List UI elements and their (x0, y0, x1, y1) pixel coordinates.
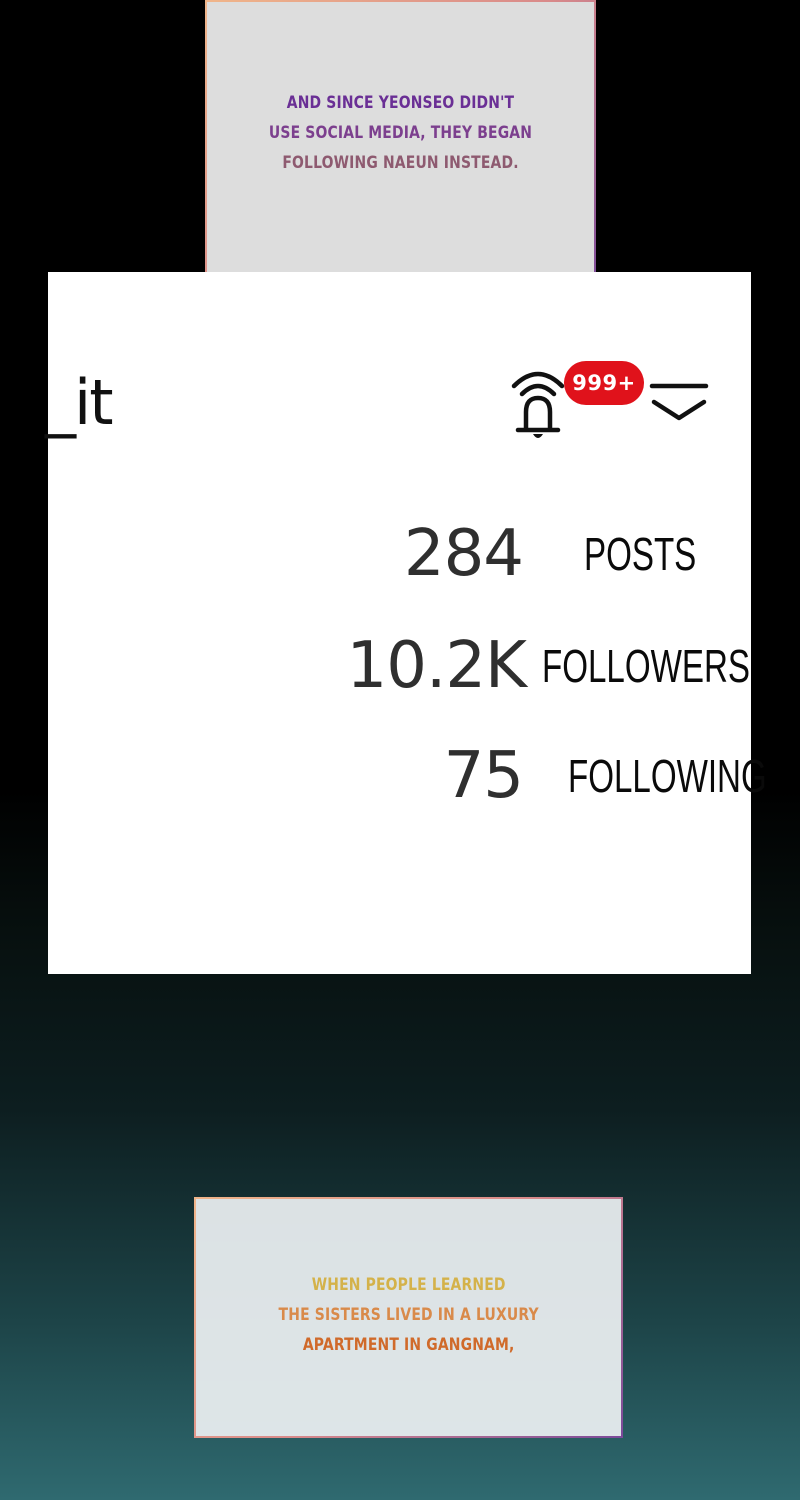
followers-stat[interactable]: 10.2K FOLLOWERS (346, 634, 800, 698)
narration-text-bottom: WHEN PEOPLE LEARNED THE SISTERS LIVED IN… (278, 1270, 538, 1360)
chevron-down-icon[interactable] (648, 378, 710, 426)
notification-count-badge: 999+ (564, 361, 644, 405)
narration-line: WHEN PEOPLE LEARNED (311, 1274, 506, 1295)
username: _it (45, 366, 114, 439)
narration-line: AND SINCE YEONSEO DIDN'T (286, 93, 515, 113)
narration-line: FOLLOWING NAEUN INSTEAD. (282, 153, 519, 173)
posts-stat[interactable]: 284 POSTS (403, 522, 740, 586)
posts-label: POSTS (584, 528, 697, 580)
profile-card: _it 999+ 284 POSTS 10.2K FOLLOWERS 75 FO… (45, 272, 767, 974)
following-stat[interactable]: 75 FOLLOWING (428, 744, 800, 808)
narration-box-bottom: WHEN PEOPLE LEARNED THE SISTERS LIVED IN… (194, 1197, 623, 1438)
narration-box-top: AND SINCE YEONSEO DIDN'T USE SOCIAL MEDI… (205, 0, 596, 298)
following-count: 75 (443, 739, 524, 813)
narration-line: THE SISTERS LIVED IN A LUXURY (278, 1304, 539, 1325)
following-label: FOLLOWING (568, 750, 767, 802)
followers-label: FOLLOWERS (542, 640, 750, 692)
bell-icon[interactable] (508, 360, 568, 444)
narration-line: APARTMENT IN GANGNAM, (302, 1334, 515, 1355)
narration-line: USE SOCIAL MEDIA, THEY BEGAN (268, 123, 533, 143)
posts-count: 284 (403, 517, 524, 591)
narration-text-top: AND SINCE YEONSEO DIDN'T USE SOCIAL MEDI… (269, 88, 532, 178)
followers-count: 10.2K (346, 629, 527, 703)
webtoon-panel: AND SINCE YEONSEO DIDN'T USE SOCIAL MEDI… (0, 0, 800, 1500)
